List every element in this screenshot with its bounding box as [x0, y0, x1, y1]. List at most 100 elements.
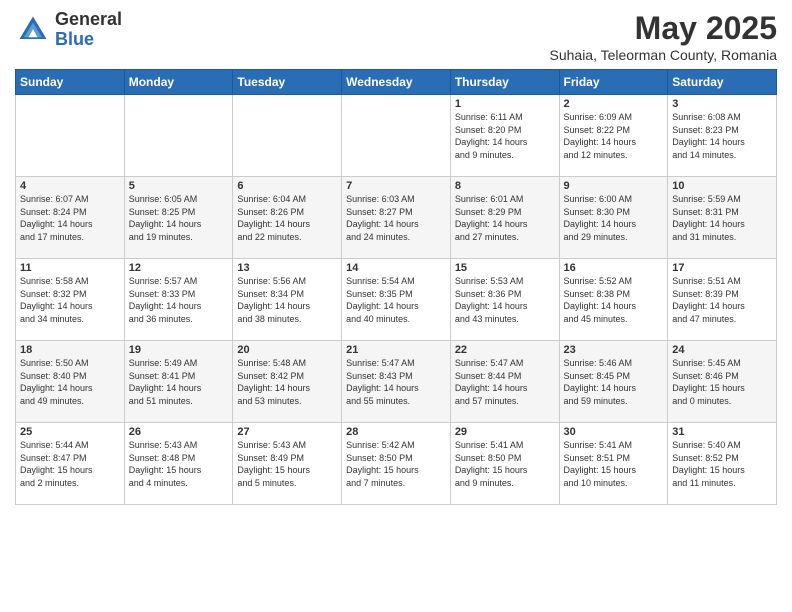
day-number: 8 [455, 180, 555, 192]
day-number: 29 [455, 426, 555, 438]
day-cell: 20Sunrise: 5:48 AM Sunset: 8:42 PM Dayli… [233, 341, 342, 423]
day-cell: 22Sunrise: 5:47 AM Sunset: 8:44 PM Dayli… [450, 341, 559, 423]
day-cell: 21Sunrise: 5:47 AM Sunset: 8:43 PM Dayli… [342, 341, 451, 423]
day-number: 30 [564, 426, 664, 438]
week-row-1: 1Sunrise: 6:11 AM Sunset: 8:20 PM Daylig… [16, 95, 777, 177]
day-info: Sunrise: 5:47 AM Sunset: 8:44 PM Dayligh… [455, 357, 555, 407]
day-cell: 16Sunrise: 5:52 AM Sunset: 8:38 PM Dayli… [559, 259, 668, 341]
day-number: 10 [672, 180, 772, 192]
day-cell: 28Sunrise: 5:42 AM Sunset: 8:50 PM Dayli… [342, 423, 451, 505]
day-cell: 10Sunrise: 5:59 AM Sunset: 8:31 PM Dayli… [668, 177, 777, 259]
day-number: 28 [346, 426, 446, 438]
day-info: Sunrise: 6:08 AM Sunset: 8:23 PM Dayligh… [672, 111, 772, 161]
day-header-sunday: Sunday [16, 70, 125, 95]
day-cell: 30Sunrise: 5:41 AM Sunset: 8:51 PM Dayli… [559, 423, 668, 505]
week-row-4: 18Sunrise: 5:50 AM Sunset: 8:40 PM Dayli… [16, 341, 777, 423]
day-header-monday: Monday [124, 70, 233, 95]
day-cell [124, 95, 233, 177]
header: General Blue May 2025 Suhaia, Teleorman … [15, 10, 777, 63]
day-info: Sunrise: 5:58 AM Sunset: 8:32 PM Dayligh… [20, 275, 120, 325]
day-info: Sunrise: 5:56 AM Sunset: 8:34 PM Dayligh… [237, 275, 337, 325]
day-number: 21 [346, 344, 446, 356]
day-info: Sunrise: 5:54 AM Sunset: 8:35 PM Dayligh… [346, 275, 446, 325]
day-number: 20 [237, 344, 337, 356]
week-row-2: 4Sunrise: 6:07 AM Sunset: 8:24 PM Daylig… [16, 177, 777, 259]
day-cell: 23Sunrise: 5:46 AM Sunset: 8:45 PM Dayli… [559, 341, 668, 423]
logo: General Blue [15, 10, 122, 50]
day-cell: 5Sunrise: 6:05 AM Sunset: 8:25 PM Daylig… [124, 177, 233, 259]
day-number: 24 [672, 344, 772, 356]
day-number: 7 [346, 180, 446, 192]
day-number: 19 [129, 344, 229, 356]
calendar: SundayMondayTuesdayWednesdayThursdayFrid… [15, 69, 777, 505]
day-info: Sunrise: 6:01 AM Sunset: 8:29 PM Dayligh… [455, 193, 555, 243]
day-number: 5 [129, 180, 229, 192]
day-info: Sunrise: 5:57 AM Sunset: 8:33 PM Dayligh… [129, 275, 229, 325]
day-info: Sunrise: 5:40 AM Sunset: 8:52 PM Dayligh… [672, 439, 772, 489]
day-info: Sunrise: 5:46 AM Sunset: 8:45 PM Dayligh… [564, 357, 664, 407]
day-info: Sunrise: 6:09 AM Sunset: 8:22 PM Dayligh… [564, 111, 664, 161]
day-cell: 29Sunrise: 5:41 AM Sunset: 8:50 PM Dayli… [450, 423, 559, 505]
logo-text: General Blue [55, 10, 122, 50]
day-cell: 24Sunrise: 5:45 AM Sunset: 8:46 PM Dayli… [668, 341, 777, 423]
day-info: Sunrise: 5:41 AM Sunset: 8:51 PM Dayligh… [564, 439, 664, 489]
day-number: 13 [237, 262, 337, 274]
title-area: May 2025 Suhaia, Teleorman County, Roman… [550, 10, 778, 63]
day-cell: 15Sunrise: 5:53 AM Sunset: 8:36 PM Dayli… [450, 259, 559, 341]
day-info: Sunrise: 5:51 AM Sunset: 8:39 PM Dayligh… [672, 275, 772, 325]
day-info: Sunrise: 6:00 AM Sunset: 8:30 PM Dayligh… [564, 193, 664, 243]
day-number: 16 [564, 262, 664, 274]
day-info: Sunrise: 5:47 AM Sunset: 8:43 PM Dayligh… [346, 357, 446, 407]
day-cell: 6Sunrise: 6:04 AM Sunset: 8:26 PM Daylig… [233, 177, 342, 259]
day-header-saturday: Saturday [668, 70, 777, 95]
day-info: Sunrise: 5:45 AM Sunset: 8:46 PM Dayligh… [672, 357, 772, 407]
day-info: Sunrise: 5:41 AM Sunset: 8:50 PM Dayligh… [455, 439, 555, 489]
day-number: 14 [346, 262, 446, 274]
day-cell: 31Sunrise: 5:40 AM Sunset: 8:52 PM Dayli… [668, 423, 777, 505]
day-cell: 12Sunrise: 5:57 AM Sunset: 8:33 PM Dayli… [124, 259, 233, 341]
day-info: Sunrise: 5:52 AM Sunset: 8:38 PM Dayligh… [564, 275, 664, 325]
page: General Blue May 2025 Suhaia, Teleorman … [0, 0, 792, 612]
day-info: Sunrise: 6:03 AM Sunset: 8:27 PM Dayligh… [346, 193, 446, 243]
day-info: Sunrise: 6:04 AM Sunset: 8:26 PM Dayligh… [237, 193, 337, 243]
logo-general: General [55, 10, 122, 30]
day-cell: 26Sunrise: 5:43 AM Sunset: 8:48 PM Dayli… [124, 423, 233, 505]
day-number: 3 [672, 98, 772, 110]
day-cell: 7Sunrise: 6:03 AM Sunset: 8:27 PM Daylig… [342, 177, 451, 259]
day-number: 4 [20, 180, 120, 192]
day-number: 6 [237, 180, 337, 192]
day-cell: 11Sunrise: 5:58 AM Sunset: 8:32 PM Dayli… [16, 259, 125, 341]
day-number: 1 [455, 98, 555, 110]
day-info: Sunrise: 5:44 AM Sunset: 8:47 PM Dayligh… [20, 439, 120, 489]
week-row-3: 11Sunrise: 5:58 AM Sunset: 8:32 PM Dayli… [16, 259, 777, 341]
day-info: Sunrise: 5:48 AM Sunset: 8:42 PM Dayligh… [237, 357, 337, 407]
day-info: Sunrise: 5:53 AM Sunset: 8:36 PM Dayligh… [455, 275, 555, 325]
day-header-thursday: Thursday [450, 70, 559, 95]
logo-blue: Blue [55, 30, 122, 50]
day-cell: 27Sunrise: 5:43 AM Sunset: 8:49 PM Dayli… [233, 423, 342, 505]
logo-icon [15, 12, 51, 48]
day-number: 26 [129, 426, 229, 438]
day-cell: 25Sunrise: 5:44 AM Sunset: 8:47 PM Dayli… [16, 423, 125, 505]
day-number: 9 [564, 180, 664, 192]
day-cell: 1Sunrise: 6:11 AM Sunset: 8:20 PM Daylig… [450, 95, 559, 177]
day-number: 22 [455, 344, 555, 356]
day-number: 18 [20, 344, 120, 356]
subtitle: Suhaia, Teleorman County, Romania [550, 47, 778, 63]
day-cell: 19Sunrise: 5:49 AM Sunset: 8:41 PM Dayli… [124, 341, 233, 423]
day-info: Sunrise: 6:07 AM Sunset: 8:24 PM Dayligh… [20, 193, 120, 243]
day-number: 2 [564, 98, 664, 110]
month-title: May 2025 [550, 10, 778, 47]
day-info: Sunrise: 5:43 AM Sunset: 8:49 PM Dayligh… [237, 439, 337, 489]
day-number: 15 [455, 262, 555, 274]
header-row: SundayMondayTuesdayWednesdayThursdayFrid… [16, 70, 777, 95]
day-cell [342, 95, 451, 177]
day-number: 17 [672, 262, 772, 274]
day-header-tuesday: Tuesday [233, 70, 342, 95]
day-header-wednesday: Wednesday [342, 70, 451, 95]
day-cell [233, 95, 342, 177]
day-cell: 2Sunrise: 6:09 AM Sunset: 8:22 PM Daylig… [559, 95, 668, 177]
day-info: Sunrise: 5:50 AM Sunset: 8:40 PM Dayligh… [20, 357, 120, 407]
week-row-5: 25Sunrise: 5:44 AM Sunset: 8:47 PM Dayli… [16, 423, 777, 505]
day-number: 11 [20, 262, 120, 274]
